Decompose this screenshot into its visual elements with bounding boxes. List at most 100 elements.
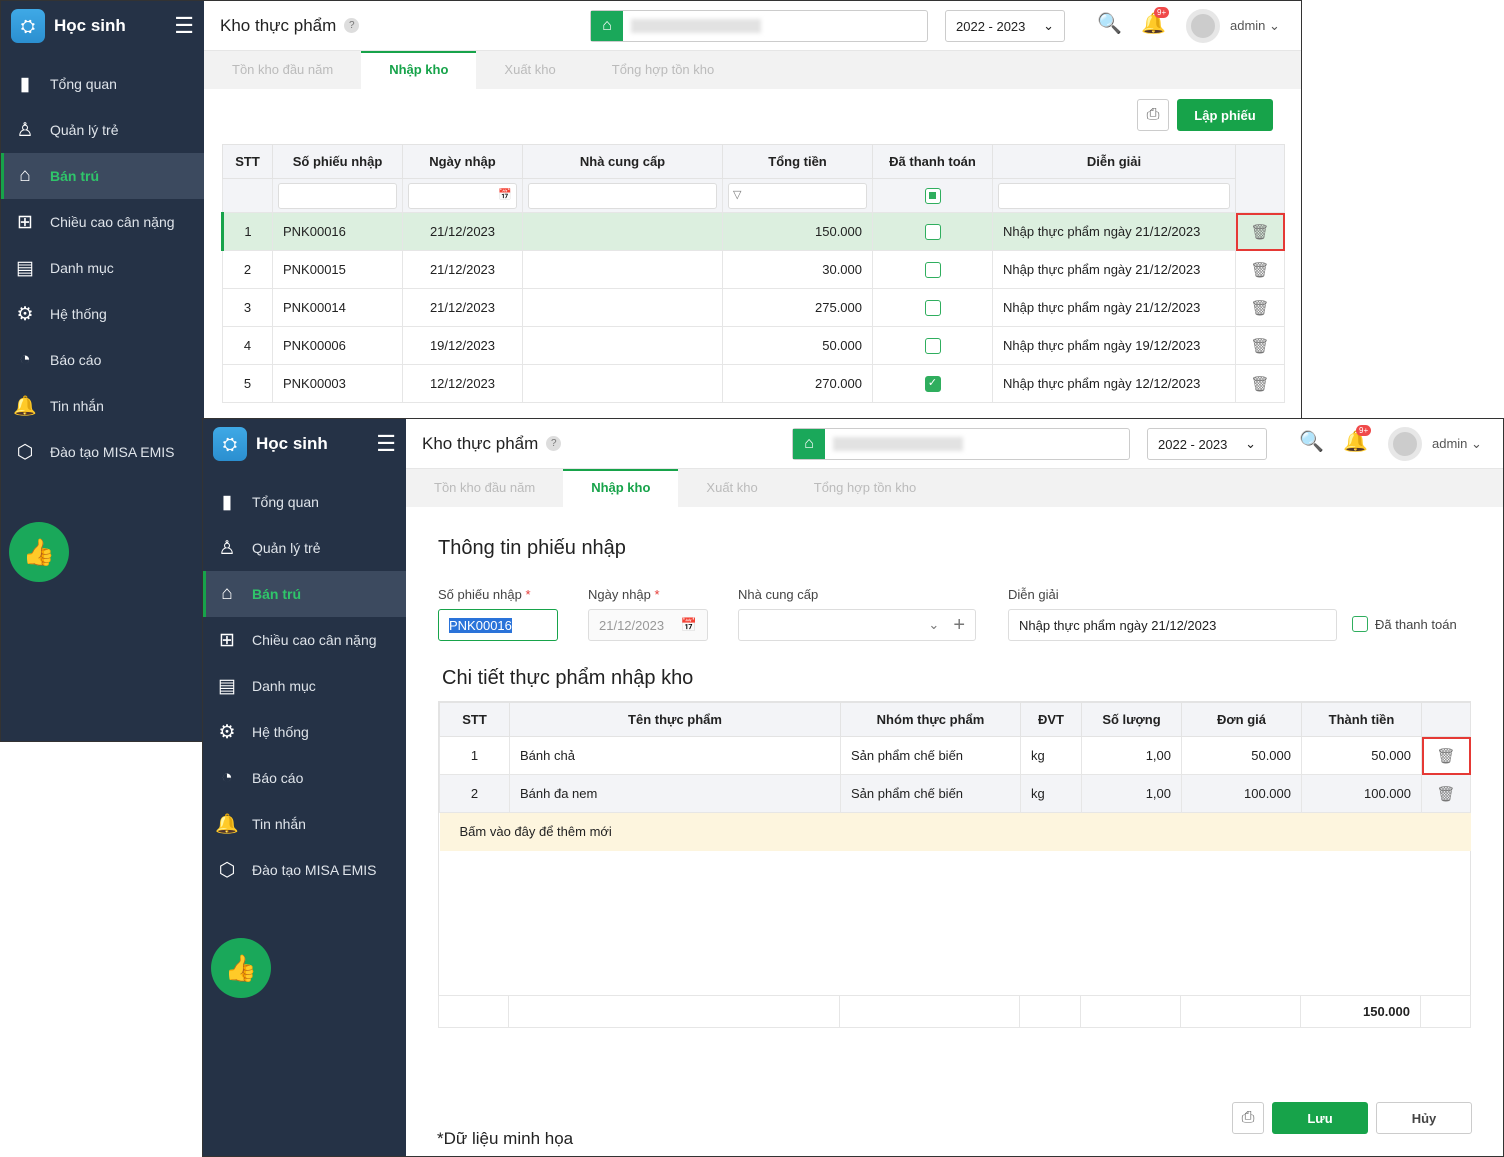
sidebar-item-1[interactable]: ♙ Quản lý trẻ — [1, 107, 204, 153]
notification-bell-icon[interactable]: 🔔 9+ — [1343, 425, 1372, 454]
date-input[interactable]: 21/12/2023 📅 — [588, 609, 708, 641]
table-row[interactable]: 2 Bánh đa nem Sản phẩm chế biến kg 1,00 … — [439, 774, 1471, 813]
help-icon[interactable]: ? — [344, 18, 360, 33]
cell-group[interactable]: Sản phẩm chế biến — [840, 736, 1021, 775]
delete-row-button[interactable]: 🗑 — [1235, 250, 1285, 289]
tab-import[interactable]: Nhập kho — [563, 469, 679, 507]
school-selector[interactable]: ⌂ — [792, 428, 1130, 460]
search-analytics-icon[interactable]: 🔍 — [1299, 429, 1324, 454]
filter-date[interactable]: 📅 — [402, 178, 523, 213]
sidebar-item-2[interactable]: ⌂ Bán trú — [203, 571, 406, 617]
filter-supplier[interactable] — [522, 178, 723, 213]
delete-row-button[interactable]: 🗑 — [1421, 774, 1471, 813]
filter-supplier-input[interactable] — [528, 182, 717, 209]
school-selector[interactable]: ⌂ — [590, 10, 928, 42]
delete-row-button[interactable]: 🗑 — [1235, 212, 1285, 251]
column-header[interactable]: Số lượng — [1081, 702, 1182, 737]
school-year-select[interactable]: 2022 - 2023 ⌄ — [1147, 428, 1267, 460]
cell-paid[interactable] — [872, 288, 993, 327]
sidebar-item-6[interactable]: ◔ Báo cáo — [203, 755, 406, 801]
user-menu[interactable]: admin ⌄ — [1432, 436, 1482, 452]
filter-funnel-icon[interactable]: ▽ — [728, 182, 867, 209]
cancel-button[interactable]: Hủy — [1376, 1102, 1472, 1134]
cell-unit[interactable]: kg — [1020, 736, 1082, 775]
paid-checkbox[interactable] — [924, 299, 941, 316]
cell-paid[interactable] — [872, 250, 993, 289]
school-year-select[interactable]: 2022 - 2023 ⌄ — [945, 10, 1065, 42]
tab-export[interactable]: Xuất kho — [476, 51, 583, 89]
column-header[interactable]: Số phiếu nhập — [272, 144, 403, 179]
cell-paid[interactable]: ✓ — [872, 364, 993, 403]
delete-row-button[interactable]: 🗑 — [1235, 364, 1285, 403]
cell-code[interactable]: PNK00006 — [272, 326, 403, 365]
sidebar-item-0[interactable]: ▮ Tổng quan — [203, 479, 406, 525]
sidebar-item-4[interactable]: ▤ Danh mục — [1, 245, 204, 291]
sidebar-item-3[interactable]: ⊞ Chiều cao cân nặng — [203, 617, 406, 663]
column-header[interactable]: Đã thanh toán — [872, 144, 993, 179]
column-header[interactable]: Đơn giá — [1181, 702, 1302, 737]
supplier-select[interactable]: ⌄ + — [738, 609, 976, 641]
column-header[interactable]: Diễn giải — [992, 144, 1236, 179]
tab-opening-stock[interactable]: Tồn kho đầu năm — [406, 469, 563, 507]
cell-code[interactable]: PNK00015 — [272, 250, 403, 289]
cell-price[interactable]: 100.000 — [1181, 774, 1302, 813]
column-header[interactable]: ĐVT — [1020, 702, 1082, 737]
tab-opening-stock[interactable]: Tồn kho đầu năm — [204, 51, 361, 89]
add-supplier-icon[interactable]: + — [953, 614, 965, 637]
print-button[interactable]: ⎙ — [1137, 99, 1169, 131]
add-new-row[interactable]: Bấm vào đây để thêm mới — [439, 812, 1471, 851]
cell-paid[interactable] — [872, 326, 993, 365]
cell-code[interactable]: PNK00003 — [272, 364, 403, 403]
column-header[interactable]: STT — [222, 144, 273, 179]
column-header[interactable]: STT — [439, 702, 510, 737]
cell-quantity[interactable]: 1,00 — [1081, 774, 1182, 813]
sidebar-item-3[interactable]: ⊞ Chiều cao cân nặng — [1, 199, 204, 245]
help-icon[interactable]: ? — [546, 436, 562, 451]
column-header[interactable]: Ngày nhập — [402, 144, 523, 179]
filter-code-input[interactable] — [278, 182, 397, 209]
cell-code[interactable]: PNK00016 — [272, 212, 403, 251]
feedback-thumbs-up-button[interactable]: 👍 — [211, 938, 271, 998]
table-row[interactable]: 4 PNK00006 19/12/2023 50.000 Nhập thực p… — [222, 326, 1285, 365]
feedback-thumbs-up-button[interactable]: 👍 — [9, 522, 69, 582]
cell-group[interactable]: Sản phẩm chế biến — [840, 774, 1021, 813]
save-button[interactable]: Lưu — [1272, 1102, 1368, 1134]
menu-toggle-icon[interactable]: ☰ — [174, 13, 194, 39]
sidebar-item-0[interactable]: ▮ Tổng quan — [1, 61, 204, 107]
cell-paid[interactable] — [872, 212, 993, 251]
delete-row-button[interactable]: 🗑 — [1235, 326, 1285, 365]
paid-checkbox[interactable] — [1352, 616, 1368, 632]
column-header[interactable]: Tên thực phẩm — [509, 702, 841, 737]
table-row[interactable]: 5 PNK00003 12/12/2023 270.000 ✓ Nhập thự… — [222, 364, 1285, 403]
paid-checkbox[interactable] — [924, 223, 941, 240]
menu-toggle-icon[interactable]: ☰ — [376, 431, 396, 457]
sidebar-item-5[interactable]: ⚙ Hệ thống — [203, 709, 406, 755]
filter-paid-checkbox[interactable] — [924, 187, 941, 204]
column-header[interactable]: Nhà cung cấp — [522, 144, 723, 179]
cell-code[interactable]: PNK00014 — [272, 288, 403, 327]
create-voucher-button[interactable]: Lập phiếu — [1177, 99, 1273, 131]
delete-row-button[interactable]: 🗑 — [1235, 288, 1285, 327]
calendar-icon[interactable]: 📅 — [408, 182, 517, 209]
filter-code[interactable] — [272, 178, 403, 213]
column-header[interactable]: Tổng tiền — [722, 144, 873, 179]
sidebar-item-1[interactable]: ♙ Quản lý trẻ — [203, 525, 406, 571]
tab-stock-summary[interactable]: Tổng hợp tồn kho — [584, 51, 742, 89]
sidebar-item-8[interactable]: ⬡ Đào tạo MISA EMIS — [1, 429, 204, 475]
column-header[interactable]: Nhóm thực phẩm — [840, 702, 1021, 737]
avatar[interactable] — [1186, 9, 1220, 43]
cell-unit[interactable]: kg — [1020, 774, 1082, 813]
delete-row-button[interactable]: 🗑 — [1421, 736, 1471, 775]
print-button[interactable]: ⎙ — [1232, 1102, 1264, 1134]
paid-checkbox-field[interactable]: Đã thanh toán — [1352, 616, 1457, 632]
sidebar-item-7[interactable]: 🔔 Tin nhắn — [203, 801, 406, 847]
user-menu[interactable]: admin ⌄ — [1230, 18, 1280, 34]
cell-quantity[interactable]: 1,00 — [1081, 736, 1182, 775]
sidebar-item-6[interactable]: ◔ Báo cáo — [1, 337, 204, 383]
cell-name[interactable]: Bánh đa nem — [509, 774, 841, 813]
sidebar-item-4[interactable]: ▤ Danh mục — [203, 663, 406, 709]
sidebar-item-7[interactable]: 🔔 Tin nhắn — [1, 383, 204, 429]
description-input[interactable]: Nhập thực phẩm ngày 21/12/2023 — [1008, 609, 1337, 641]
calendar-icon[interactable]: 📅 — [681, 617, 697, 633]
filter-desc-input[interactable] — [998, 182, 1230, 209]
